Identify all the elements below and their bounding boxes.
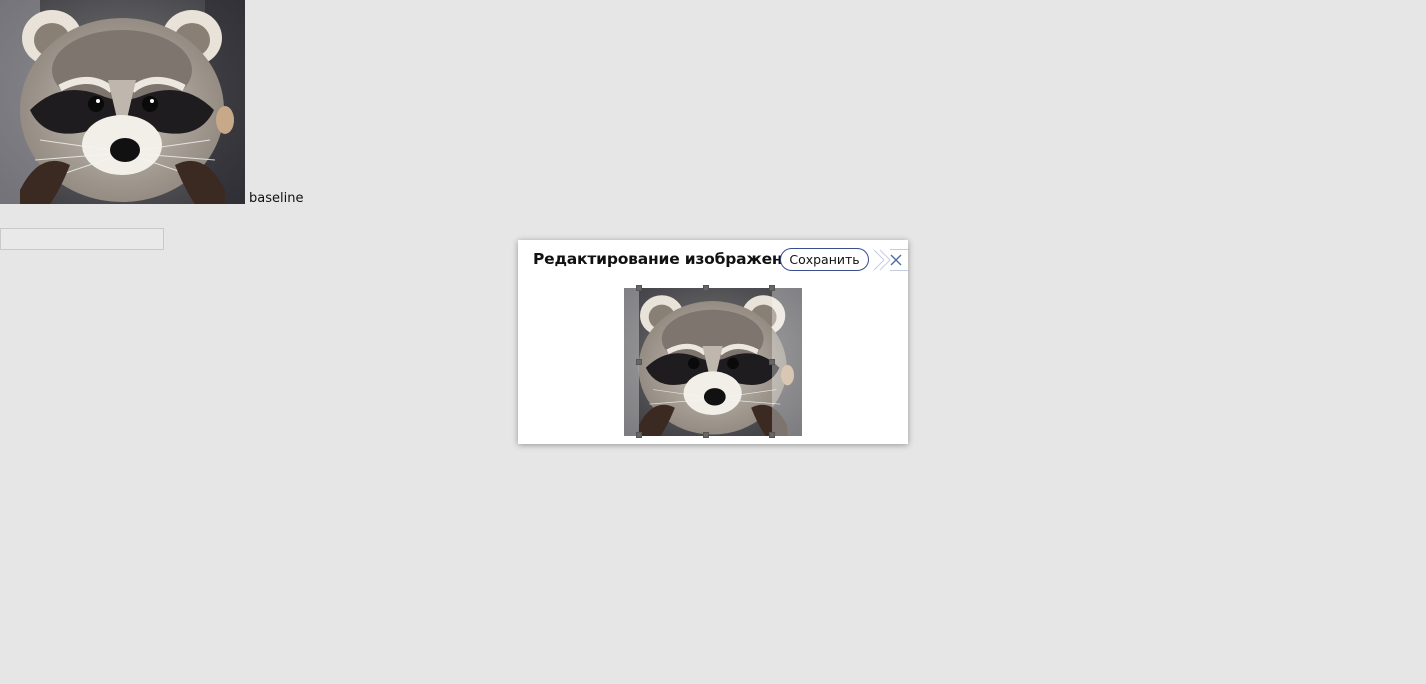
crop-handle-top[interactable] <box>703 285 709 291</box>
save-button[interactable]: Сохранить <box>780 248 869 271</box>
crop-handle-bottom[interactable] <box>703 432 709 438</box>
crop-mask-right <box>772 288 802 436</box>
crop-handle-top-left[interactable] <box>636 285 642 291</box>
chevron-right-icon[interactable] <box>870 248 908 272</box>
crop-handle-top-right[interactable] <box>769 285 775 291</box>
image-edit-dialog: Редактирование изображения Сохранить <box>518 240 908 444</box>
image-editor[interactable] <box>624 285 802 438</box>
crop-handle-bottom-left[interactable] <box>636 432 642 438</box>
close-icon[interactable] <box>890 254 902 266</box>
crop-handle-bottom-right[interactable] <box>769 432 775 438</box>
baseline-label: baseline <box>249 191 304 206</box>
crop-handle-right[interactable] <box>769 359 775 365</box>
raccoon-image <box>0 0 245 204</box>
crop-handle-left[interactable] <box>636 359 642 365</box>
text-input[interactable] <box>0 228 164 250</box>
dialog-title: Редактирование изображения <box>533 250 803 268</box>
dialog-controls <box>870 248 908 272</box>
